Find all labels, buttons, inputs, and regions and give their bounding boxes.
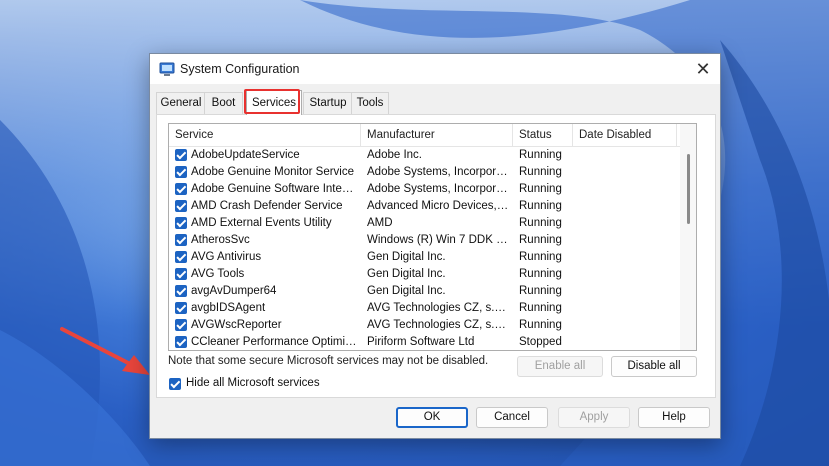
service-checkbox[interactable]	[175, 251, 187, 263]
table-row[interactable]: Adobe Genuine Monitor Service Adobe Syst…	[169, 164, 680, 181]
service-status: Running	[519, 200, 562, 212]
service-manufacturer: AVG Technologies CZ, s.r.o.	[367, 302, 509, 314]
service-name: Adobe Genuine Monitor Service	[191, 166, 355, 178]
help-button[interactable]: Help	[638, 407, 710, 428]
service-checkbox[interactable]	[175, 268, 187, 280]
tab-boot[interactable]: Boot	[204, 92, 243, 114]
service-checkbox[interactable]	[175, 234, 187, 246]
table-row[interactable]: AMD External Events Utility AMD Running	[169, 215, 680, 232]
cancel-button[interactable]: Cancel	[476, 407, 548, 428]
column-header-date-disabled[interactable]: Date Disabled	[573, 124, 677, 146]
window-title: System Configuration	[180, 62, 300, 76]
service-manufacturer: AVG Technologies CZ, s.r.o.	[367, 319, 509, 331]
service-name: Adobe Genuine Software Integri...	[191, 183, 357, 195]
service-name: AdobeUpdateService	[191, 149, 300, 161]
service-name: AVGWscReporter	[191, 319, 282, 331]
table-row[interactable]: avgbIDSAgent AVG Technologies CZ, s.r.o.…	[169, 300, 680, 317]
column-header-service[interactable]: Service	[169, 124, 361, 146]
tab-startup[interactable]: Startup	[303, 92, 353, 114]
service-name: CCleaner Performance Optimizer...	[191, 336, 357, 348]
service-checkbox[interactable]	[175, 166, 187, 178]
disable-all-button[interactable]: Disable all	[611, 356, 697, 377]
service-name: AVG Antivirus	[191, 251, 262, 263]
hide-microsoft-services-checkbox[interactable]	[169, 378, 181, 390]
table-row[interactable]: avgAvDumper64 Gen Digital Inc. Running	[169, 283, 680, 300]
service-manufacturer: Adobe Systems, Incorpora...	[367, 183, 509, 195]
service-checkbox[interactable]	[175, 302, 187, 314]
service-status: Running	[519, 302, 562, 314]
service-manufacturer: Gen Digital Inc.	[367, 251, 446, 263]
list-rows: AdobeUpdateService Adobe Inc. Running Ad…	[169, 147, 680, 350]
service-manufacturer: AMD	[367, 217, 393, 229]
service-status: Running	[519, 234, 562, 246]
system-configuration-icon	[159, 62, 175, 76]
service-manufacturer: Gen Digital Inc.	[367, 268, 446, 280]
service-status: Running	[519, 319, 562, 331]
service-manufacturer: Adobe Inc.	[367, 149, 422, 161]
service-manufacturer: Gen Digital Inc.	[367, 285, 446, 297]
vertical-scrollbar[interactable]	[680, 124, 696, 350]
service-name: avgbIDSAgent	[191, 302, 266, 314]
apply-button[interactable]: Apply	[558, 407, 630, 428]
services-panel: Service Manufacturer Status Date Disable…	[156, 114, 716, 398]
table-row[interactable]: AtherosSvc Windows (R) Win 7 DDK pr... R…	[169, 232, 680, 249]
service-name: AVG Tools	[191, 268, 245, 280]
services-list[interactable]: Service Manufacturer Status Date Disable…	[168, 123, 697, 351]
service-name: AtherosSvc	[191, 234, 250, 246]
service-checkbox[interactable]	[175, 217, 187, 229]
ok-button[interactable]: OK	[396, 407, 468, 428]
column-header-status[interactable]: Status	[513, 124, 573, 146]
close-icon: ✕	[695, 59, 711, 79]
service-status: Running	[519, 251, 562, 263]
service-checkbox[interactable]	[175, 149, 187, 161]
service-status: Running	[519, 149, 562, 161]
service-status: Stopped	[519, 336, 562, 348]
service-name: avgAvDumper64	[191, 285, 277, 297]
service-checkbox[interactable]	[175, 285, 187, 297]
enable-all-button[interactable]: Enable all	[517, 356, 603, 377]
column-header-manufacturer[interactable]: Manufacturer	[361, 124, 513, 146]
service-checkbox[interactable]	[175, 319, 187, 331]
tab-services[interactable]: Services	[246, 90, 302, 115]
title-bar: System Configuration ✕	[150, 54, 720, 84]
table-row[interactable]: AMD Crash Defender Service Advanced Micr…	[169, 198, 680, 215]
service-status: Running	[519, 268, 562, 280]
secure-services-note: Note that some secure Microsoft services…	[168, 355, 489, 367]
service-manufacturer: Windows (R) Win 7 DDK pr...	[367, 234, 509, 246]
service-checkbox[interactable]	[175, 200, 187, 212]
scrollbar-thumb[interactable]	[687, 154, 690, 224]
table-row[interactable]: Adobe Genuine Software Integri... Adobe …	[169, 181, 680, 198]
service-name: AMD Crash Defender Service	[191, 200, 343, 212]
service-status: Running	[519, 285, 562, 297]
service-status: Running	[519, 183, 562, 195]
list-header: Service Manufacturer Status Date Disable…	[169, 124, 696, 147]
service-manufacturer: Piriform Software Ltd	[367, 336, 475, 348]
table-row[interactable]: AVG Antivirus Gen Digital Inc. Running	[169, 249, 680, 266]
tab-tools[interactable]: Tools	[351, 92, 389, 114]
service-checkbox[interactable]	[175, 183, 187, 195]
table-row[interactable]: AVGWscReporter AVG Technologies CZ, s.r.…	[169, 317, 680, 334]
hide-microsoft-services-label: Hide all Microsoft services	[186, 377, 320, 389]
service-name: AMD External Events Utility	[191, 217, 332, 229]
service-manufacturer: Adobe Systems, Incorpora...	[367, 166, 509, 178]
close-button[interactable]: ✕	[686, 54, 720, 84]
table-row[interactable]: AdobeUpdateService Adobe Inc. Running	[169, 147, 680, 164]
service-status: Running	[519, 166, 562, 178]
red-arrow-annotation	[60, 327, 150, 375]
service-checkbox[interactable]	[175, 336, 187, 348]
tab-general[interactable]: General	[156, 92, 206, 114]
service-status: Running	[519, 217, 562, 229]
table-row[interactable]: AVG Tools Gen Digital Inc. Running	[169, 266, 680, 283]
table-row[interactable]: CCleaner Performance Optimizer... Pirifo…	[169, 334, 680, 350]
system-configuration-window: System Configuration ✕ General Boot Serv…	[149, 53, 721, 439]
service-manufacturer: Advanced Micro Devices, I...	[367, 200, 509, 212]
